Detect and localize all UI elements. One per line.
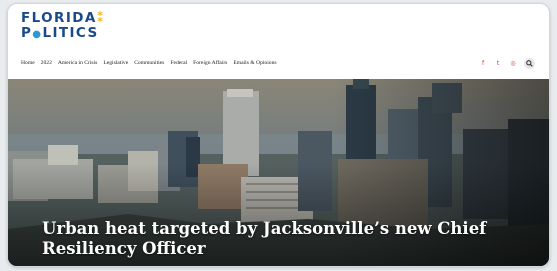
instagram-icon[interactable]: ◎ — [509, 60, 517, 68]
nav-item-2022[interactable]: 2022 — [41, 60, 52, 66]
nav-item-emails-opinions[interactable]: Emails & Opinions — [233, 60, 276, 66]
nav-item-communities[interactable]: Communities — [134, 60, 164, 66]
nav-item-legislative[interactable]: Legislative — [103, 60, 128, 66]
page-card: FLORIDA⁑ P●LITICS Home 2022 America in C… — [7, 3, 550, 267]
main-nav: Home 2022 America in Crisis Legislative … — [21, 60, 277, 66]
nav-item-foreign-affairs[interactable]: Foreign Affairs — [193, 60, 227, 66]
nav-item-home[interactable]: Home — [21, 60, 35, 66]
logo-text-p: P — [21, 24, 33, 41]
social-links: f t ◎ — [479, 58, 535, 69]
hero-image[interactable]: Urban heat targeted by Jacksonville’s ne… — [8, 79, 549, 266]
twitter-icon[interactable]: t — [494, 60, 502, 68]
florida-politics-logo[interactable]: FLORIDA⁑ P●LITICS — [21, 11, 105, 41]
nav-item-federal[interactable]: Federal — [170, 60, 187, 66]
logo-dot: ● — [32, 28, 43, 40]
nav-item-america-in-crisis[interactable]: America in Crisis — [58, 60, 97, 66]
logo-text-litics: LITICS — [42, 24, 99, 41]
hero-headline[interactable]: Urban heat targeted by Jacksonville’s ne… — [42, 219, 522, 259]
search-icon[interactable] — [524, 58, 535, 69]
facebook-icon[interactable]: f — [479, 60, 487, 68]
